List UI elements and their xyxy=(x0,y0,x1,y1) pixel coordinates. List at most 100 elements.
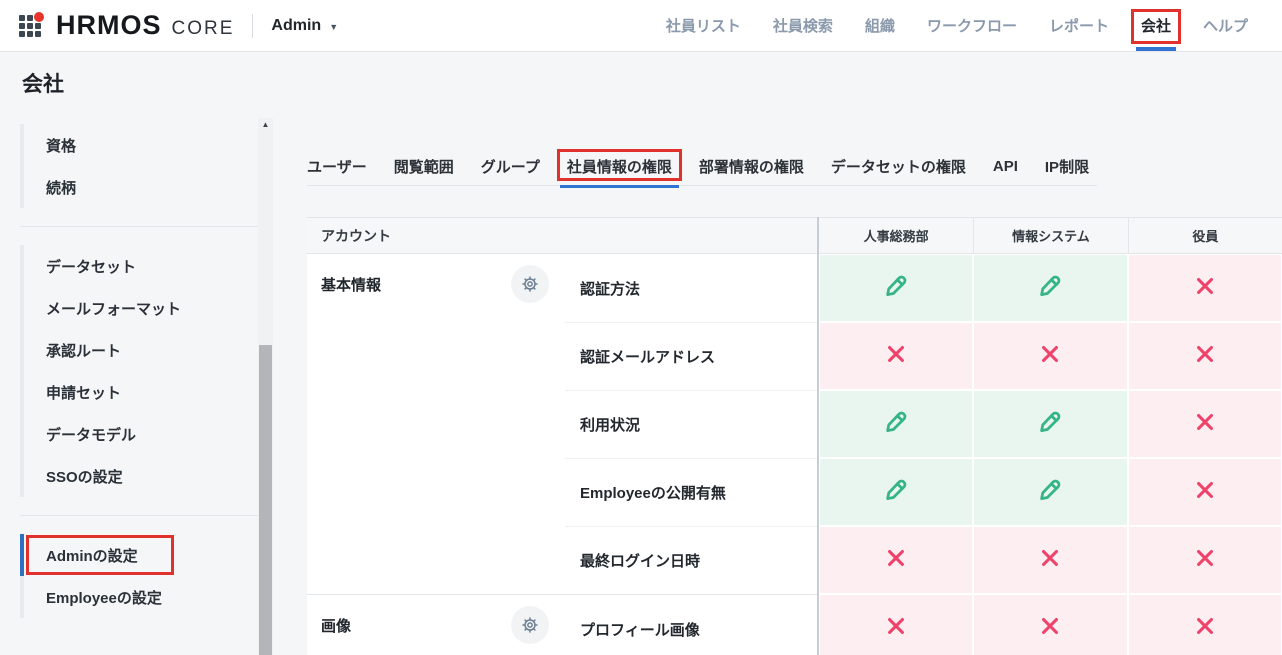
permission-cell[interactable] xyxy=(819,390,973,458)
sidebar-item-employee-settings[interactable]: Employeeの設定 xyxy=(20,576,258,618)
nav-item-employee-list[interactable]: 社員リスト xyxy=(666,0,741,52)
permission-cell[interactable] xyxy=(819,594,973,655)
sidebar-group: Adminの設定Employeeの設定 xyxy=(20,528,258,624)
x-icon xyxy=(1194,547,1216,574)
nav-item-help[interactable]: ヘルプ xyxy=(1203,0,1248,52)
account-menu[interactable]: Admin ▼ xyxy=(271,17,338,35)
permission-cell[interactable] xyxy=(973,390,1127,458)
field-row: 最終ログイン日時 xyxy=(565,526,817,594)
sidebar-group: データセットメールフォーマット承認ルート申請セットデータモデル SSOの設定 xyxy=(20,239,258,503)
nav-item-label: ヘルプ xyxy=(1203,15,1248,36)
field-row: 認証方法 xyxy=(565,254,817,322)
tab-bar: ユーザー 閲覧範囲 グループ 社員情報の権限 部署情報の権限 データセットの権限 API IP… xyxy=(307,146,1097,186)
tab-ip-restriction[interactable]: IP制限 xyxy=(1045,146,1089,186)
account-menu-label: Admin xyxy=(271,17,321,35)
permission-cell[interactable] xyxy=(819,322,973,390)
tab-label: データセットの権限 xyxy=(831,156,966,177)
pencil-icon xyxy=(881,271,911,306)
x-icon xyxy=(1194,479,1216,506)
field-label: 利用状況 xyxy=(580,414,640,435)
permission-cells-grid xyxy=(819,254,1282,655)
nav-item-workflow[interactable]: ワークフロー xyxy=(927,0,1017,52)
x-icon xyxy=(1039,343,1061,370)
tab-api[interactable]: API xyxy=(993,146,1018,186)
top-bar: HRMOS CORE Admin ▼ 社員リスト 社員検索 組織 ワークフローレポート… xyxy=(0,0,1282,52)
nav-item-employee-search[interactable]: 社員検索 xyxy=(773,0,833,52)
sidebar-scrollbar[interactable]: ▲ xyxy=(258,118,273,655)
permission-cell[interactable] xyxy=(819,458,973,526)
nav-item-label: 社員検索 xyxy=(773,15,833,36)
gear-icon[interactable] xyxy=(511,606,549,644)
pencil-icon xyxy=(881,407,911,442)
permission-cell[interactable] xyxy=(1128,458,1282,526)
field-column: プロフィール画像 xyxy=(565,595,817,655)
x-icon xyxy=(1194,615,1216,642)
permission-cell[interactable] xyxy=(1128,390,1282,458)
group-label-cell: 基本情報 xyxy=(307,254,565,594)
tab-department-info-permissions[interactable]: 部署情報の権限 xyxy=(699,146,804,186)
table-right-section: 人事総務部情報システム役員 xyxy=(817,217,1282,655)
table-column-headers: 人事総務部情報システム役員 xyxy=(819,217,1282,254)
tab-view-scope[interactable]: 閲覧範囲 xyxy=(394,146,454,186)
permission-cell[interactable] xyxy=(973,526,1127,594)
nav-item-label: 社員リスト xyxy=(666,15,741,36)
tab-label: API xyxy=(993,158,1018,175)
tab-users[interactable]: ユーザー xyxy=(307,146,367,186)
permission-cell[interactable] xyxy=(819,254,973,322)
sidebar-item-label: 承認ルート xyxy=(46,340,121,361)
tab-label: IP制限 xyxy=(1045,156,1089,177)
sidebar-item-sso-settings[interactable]: SSOの設定 xyxy=(20,455,258,497)
sidebar-item-qualification[interactable]: 資格 xyxy=(20,124,258,166)
field-label: 認証メールアドレス xyxy=(580,346,715,367)
sidebar-item-relationship[interactable]: 続柄 xyxy=(20,166,258,208)
tab-groups[interactable]: グループ xyxy=(481,146,540,186)
sidebar-item-label: メールフォーマット xyxy=(46,298,181,319)
permission-cell[interactable] xyxy=(973,594,1127,655)
sidebar-item-dataset[interactable]: データセット xyxy=(20,245,258,287)
permission-cell[interactable] xyxy=(973,458,1127,526)
sidebar-item-admin-settings[interactable]: Adminの設定 xyxy=(20,534,258,576)
table-left-section: アカウント 基本情報認証方法認証メールアドレス利用状況Employeeの公開有無… xyxy=(307,217,817,655)
permission-cell[interactable] xyxy=(819,526,973,594)
gear-icon[interactable] xyxy=(511,265,549,303)
permission-cell[interactable] xyxy=(1128,526,1282,594)
nav-item-label: 会社 xyxy=(1141,15,1171,36)
tab-dataset-permissions[interactable]: データセットの権限 xyxy=(831,146,966,186)
field-row: Employeeの公開有無 xyxy=(565,458,817,526)
sidebar: 資格続柄データセットメールフォーマット承認ルート申請セットデータモデル SSOの設… xyxy=(20,118,258,624)
nav-item-organization[interactable]: 組織 xyxy=(865,0,895,52)
sidebar-group: 資格続柄 xyxy=(20,118,258,214)
x-icon xyxy=(1039,615,1061,642)
field-label: プロフィール画像 xyxy=(580,619,700,640)
page-title: 会社 xyxy=(22,68,64,98)
scrollbar-thumb[interactable] xyxy=(259,345,272,655)
permission-cell[interactable] xyxy=(1128,254,1282,322)
sidebar-item-label: SSOの設定 xyxy=(46,466,123,487)
nav-item-report[interactable]: レポート xyxy=(1049,0,1109,52)
field-row: 認証メールアドレス xyxy=(565,322,817,390)
active-indicator-bar xyxy=(20,534,24,576)
permission-cell[interactable] xyxy=(1128,594,1282,655)
nav-item-label: 組織 xyxy=(865,15,895,36)
permission-cell[interactable] xyxy=(973,254,1127,322)
main-content: ユーザー 閲覧範囲 グループ 社員情報の権限 部署情報の権限 データセットの権限 API IP… xyxy=(307,146,1282,655)
tab-label: ユーザー xyxy=(307,156,367,177)
brand-logo[interactable]: HRMOS CORE xyxy=(56,10,234,41)
sidebar-item-approval-route[interactable]: 承認ルート xyxy=(20,329,258,371)
tab-label: グループ xyxy=(481,156,540,177)
nav-item-company[interactable]: 会社 xyxy=(1141,0,1171,52)
group-label: 画像 xyxy=(321,618,351,635)
sidebar-item-request-set[interactable]: 申請セット xyxy=(20,371,258,413)
x-icon xyxy=(1194,411,1216,438)
field-column: 認証方法認証メールアドレス利用状況 Employeeの公開有無最終ログイン日時 xyxy=(565,254,817,594)
permission-cell[interactable] xyxy=(973,322,1127,390)
sidebar-item-data-model[interactable]: データモデル xyxy=(20,413,258,455)
x-icon xyxy=(1039,547,1061,574)
sidebar-item-mail-format[interactable]: メールフォーマット xyxy=(20,287,258,329)
tab-label: 部署情報の権限 xyxy=(699,156,804,177)
tab-employee-info-permissions[interactable]: 社員情報の権限 xyxy=(567,146,672,186)
scroll-up-arrow-icon[interactable]: ▲ xyxy=(258,118,273,132)
group-label-cell: 画像 xyxy=(307,595,565,655)
permission-cell[interactable] xyxy=(1128,322,1282,390)
apps-grid-icon[interactable] xyxy=(18,14,42,38)
